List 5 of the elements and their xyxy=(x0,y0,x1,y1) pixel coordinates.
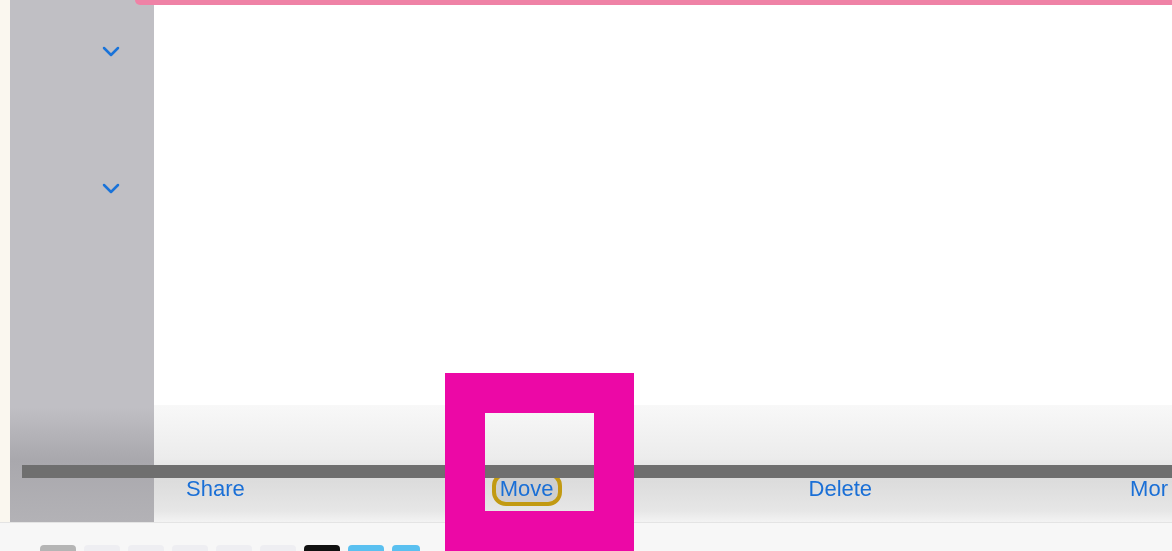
toolbar-button[interactable]: Delete xyxy=(804,476,877,502)
chevron-down-icon[interactable] xyxy=(102,183,120,194)
toolbar-button[interactable]: Share xyxy=(182,476,249,502)
chevron-down-icon[interactable] xyxy=(102,46,120,57)
toolbar-button[interactable]: Mor xyxy=(1126,476,1172,502)
